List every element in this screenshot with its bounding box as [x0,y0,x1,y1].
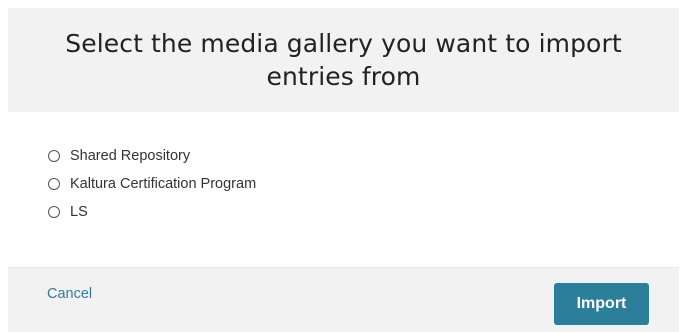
radio-button-icon[interactable] [48,178,60,190]
cancel-link[interactable]: Cancel [47,286,92,302]
dialog-footer: Cancel Import [8,267,679,332]
radio-button-icon[interactable] [48,206,60,218]
gallery-option-label: Shared Repository [70,148,191,164]
import-button[interactable]: Import [554,283,649,325]
gallery-option-label: Kaltura Certification Program [70,176,257,192]
gallery-option-list: Shared Repository Kaltura Certification … [48,142,256,226]
import-gallery-dialog: Select the media gallery you want to imp… [0,0,687,332]
dialog-header: Select the media gallery you want to imp… [8,8,679,112]
gallery-option-ls[interactable]: LS [48,198,256,226]
gallery-option-label: LS [70,204,88,220]
radio-button-icon[interactable] [48,150,60,162]
dialog-title: Select the media gallery you want to imp… [65,29,622,91]
dialog-body: Shared Repository Kaltura Certification … [8,112,679,266]
gallery-option-kaltura-certification-program[interactable]: Kaltura Certification Program [48,170,256,198]
gallery-option-shared-repository[interactable]: Shared Repository [48,142,256,170]
